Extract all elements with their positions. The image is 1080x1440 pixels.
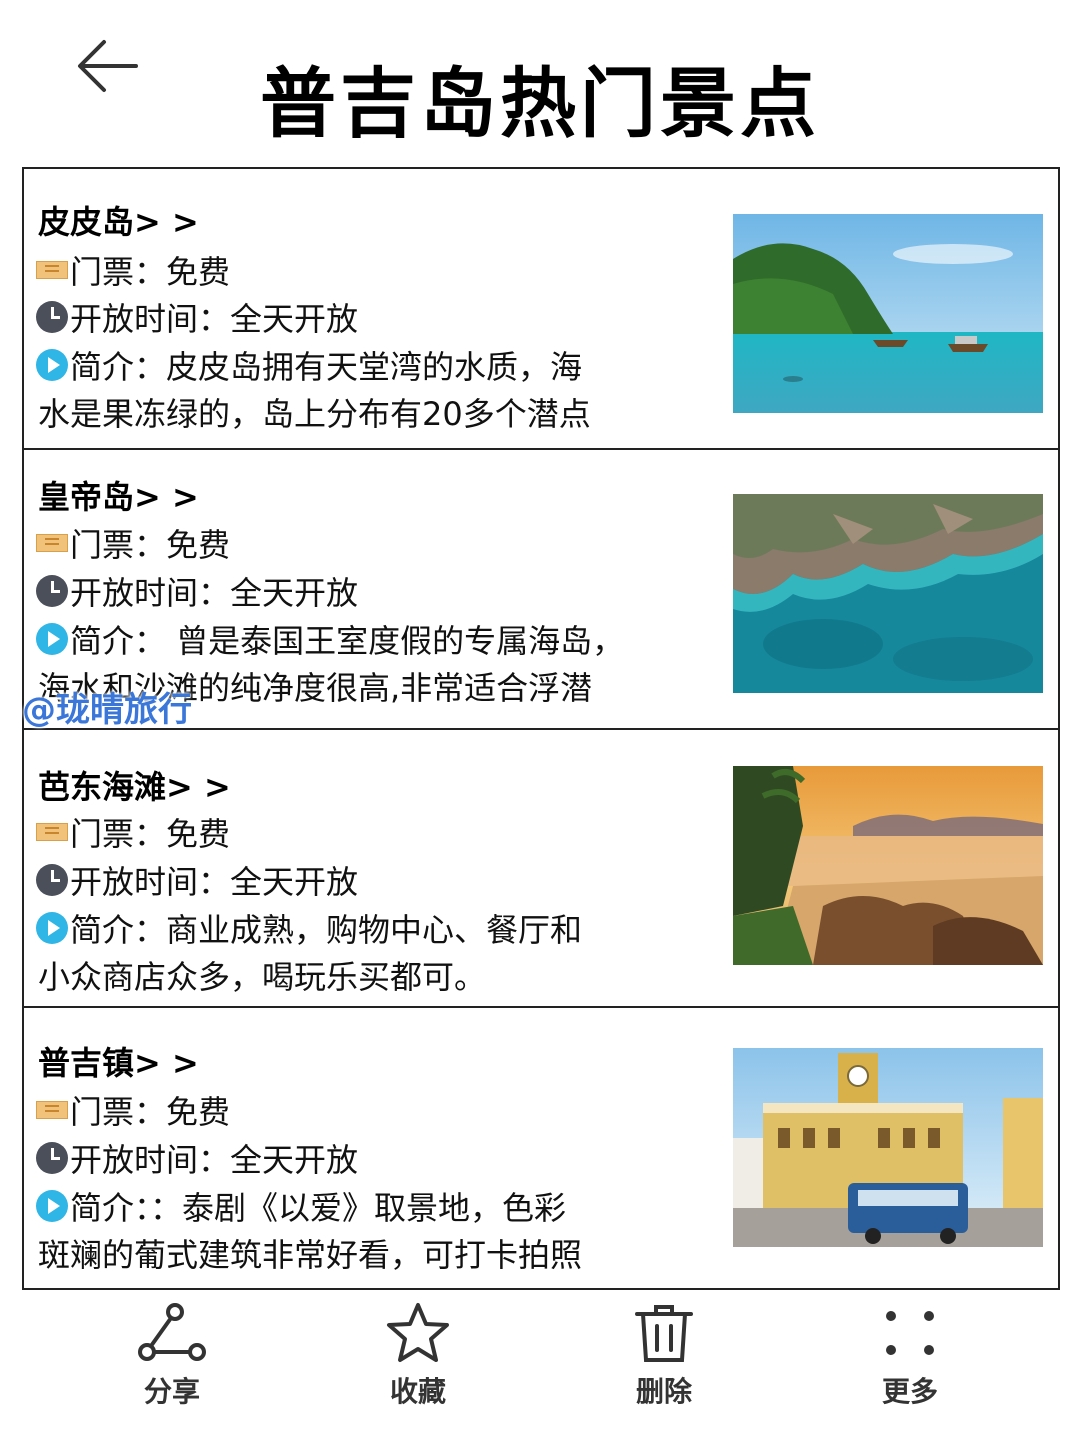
- hours-row: 开放时间：全天开放: [36, 857, 358, 903]
- hours-text: 开放时间：全天开放: [70, 574, 359, 612]
- intro-text-continued: 水是果冻绿的，岛上分布有20多个潜点: [38, 395, 591, 433]
- ticket-text: 门票：免费: [70, 815, 231, 853]
- intro-row: 简介：商业成熟，购物中心、餐厅和: [36, 905, 582, 951]
- favorite-button[interactable]: 收藏: [348, 1302, 488, 1422]
- intro-text-continued: 斑斓的葡式建筑非常好看，可打卡拍照: [38, 1236, 583, 1274]
- attraction-card-phi-phi[interactable]: 皮皮岛> > 门票：免费 开放时间：全天开放 简介：皮皮岛拥有天堂湾的水质，海 …: [24, 169, 1058, 450]
- hours-row: 开放时间：全天开放: [36, 294, 358, 340]
- intro-row: 简介：皮皮岛拥有天堂湾的水质，海: [36, 342, 582, 388]
- bottom-action-bar: 分享 收藏 删除 更多: [0, 1292, 1080, 1440]
- ticket-text: 门票：免费: [70, 1093, 231, 1131]
- play-icon: [36, 1190, 68, 1222]
- play-icon: [36, 349, 68, 381]
- attraction-card-patong-beach[interactable]: 芭东海滩> > 门票：免费 开放时间：全天开放 简介：商业成熟，购物中心、餐厅和…: [24, 730, 1058, 1008]
- ticket-icon: [36, 823, 68, 841]
- emperor-island-photo[interactable]: [733, 494, 1043, 693]
- ticket-text: 门票：免费: [70, 253, 231, 291]
- ticket-row: 门票：免费: [36, 1087, 230, 1133]
- intro-text: 简介：皮皮岛拥有天堂湾的水质，海: [70, 348, 583, 386]
- hours-row: 开放时间：全天开放: [36, 568, 358, 614]
- ticket-icon: [36, 1101, 68, 1119]
- more-dots-icon: [886, 1311, 934, 1355]
- hours-text: 开放时间：全天开放: [70, 1141, 359, 1179]
- ticket-row: 门票：免费: [36, 247, 230, 293]
- ticket-icon: [36, 261, 68, 279]
- clock-icon: [36, 1142, 68, 1174]
- header: 普吉岛热门景点: [0, 0, 1080, 165]
- page-title: 普吉岛热门景点: [260, 59, 820, 148]
- ticket-text: 门票：免费: [70, 526, 231, 564]
- attraction-title[interactable]: 普吉镇> >: [38, 1038, 199, 1084]
- hours-row: 开放时间：全天开放: [36, 1135, 358, 1181]
- hours-text: 开放时间：全天开放: [70, 300, 359, 338]
- clock-icon: [36, 864, 68, 896]
- share-button[interactable]: 分享: [102, 1302, 242, 1422]
- favorite-label: 收藏: [389, 1375, 446, 1408]
- more-button[interactable]: 更多: [840, 1302, 980, 1422]
- share-label: 分享: [143, 1375, 200, 1408]
- watermark: @珑晴旅行: [22, 690, 192, 730]
- attraction-title[interactable]: 皮皮岛> >: [38, 197, 199, 243]
- clock-icon: [36, 301, 68, 333]
- play-icon: [36, 912, 68, 944]
- share-icon: [138, 1303, 206, 1361]
- phi-phi-island-photo[interactable]: [733, 214, 1043, 413]
- ticket-icon: [36, 534, 68, 552]
- attraction-title[interactable]: 皇帝岛> >: [38, 472, 199, 518]
- intro-text-continued: 小众商店众多，喝玩乐买都可。: [38, 958, 487, 996]
- delete-label: 删除: [635, 1375, 692, 1408]
- more-label: 更多: [881, 1375, 938, 1408]
- ticket-row: 门票：免费: [36, 809, 230, 855]
- play-icon: [36, 623, 68, 655]
- intro-row: 简介： 曾是泰国王室度假的专属海岛，: [36, 616, 624, 662]
- intro-text: 简介： 曾是泰国王室度假的专属海岛，: [70, 622, 625, 660]
- star-icon: [387, 1303, 449, 1362]
- trash-icon: [635, 1305, 693, 1362]
- intro-row: 简介：：泰剧《以爱》取景地，色彩: [36, 1183, 566, 1229]
- intro-text: 简介：：泰剧《以爱》取景地，色彩: [70, 1189, 567, 1227]
- intro-text: 简介：商业成熟，购物中心、餐厅和: [70, 911, 583, 949]
- attraction-card-phuket-town[interactable]: 普吉镇> > 门票：免费 开放时间：全天开放 简介：：泰剧《以爱》取景地，色彩 …: [24, 1008, 1058, 1288]
- delete-button[interactable]: 删除: [594, 1302, 734, 1422]
- phuket-town-photo[interactable]: [733, 1048, 1043, 1247]
- attraction-title[interactable]: 芭东海滩> >: [38, 762, 231, 808]
- ticket-row: 门票：免费: [36, 520, 230, 566]
- patong-beach-photo[interactable]: [733, 766, 1043, 965]
- clock-icon: [36, 575, 68, 607]
- hours-text: 开放时间：全天开放: [70, 863, 359, 901]
